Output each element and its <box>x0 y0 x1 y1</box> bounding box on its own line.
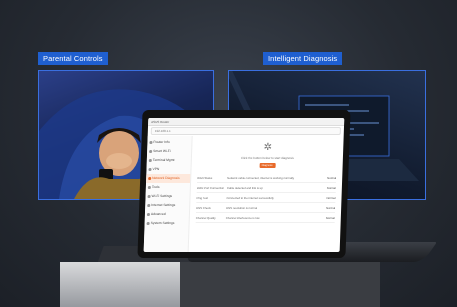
diagnosis-icon <box>148 177 151 180</box>
sidebar-item-advanced[interactable]: Advanced <box>145 210 189 219</box>
row-detail: DNS resolution is normal <box>226 205 258 210</box>
table-row: Channel Quality Channel interference is l… <box>195 213 335 223</box>
system-icon <box>146 222 150 225</box>
devices-icon <box>148 159 152 162</box>
sidebar-item-label: Terminal Mgmt <box>152 158 175 162</box>
sidebar-item-label: VPN <box>152 167 160 171</box>
display-stand-front <box>60 262 180 307</box>
row-status: Normal <box>327 175 337 180</box>
promo-stage: Parental Controls Intelligent Diagnosis <box>0 0 457 307</box>
row-item: DNS Check <box>196 205 211 210</box>
gear-icon <box>146 213 150 216</box>
diagnosis-logo-icon: ✲ <box>263 142 273 153</box>
row-status: Normal <box>326 205 336 210</box>
wifi-settings-icon <box>147 195 151 198</box>
diagnosis-panel: ✲ Click the button below to start diagno… <box>189 136 344 252</box>
table-row: WAN Port Connection Cable detected and li… <box>196 183 337 193</box>
sidebar-item-label: Network Diagnosis <box>152 176 180 180</box>
row-detail: Channel interference is low <box>225 215 260 220</box>
address-bar[interactable]: 192.168.1.1 <box>150 127 341 135</box>
sidebar-item-label: Router Info <box>153 140 170 144</box>
row-item: Ping Test <box>196 195 209 200</box>
tools-icon <box>147 186 151 189</box>
sidebar-item-router-info[interactable]: Router Info <box>147 138 191 147</box>
vpn-icon <box>148 168 152 171</box>
sidebar-item-label: Tools <box>151 185 160 189</box>
laptop-lid: ASUS Router 192.168.1.1 Router Info Smar… <box>137 110 351 258</box>
table-row: WAN Status Network cable connected, inter… <box>197 173 337 183</box>
row-item: WAN Port Connection <box>196 185 225 190</box>
sidebar-item-tools[interactable]: Tools <box>146 183 190 192</box>
row-status: Normal <box>326 185 336 190</box>
row-item: Channel Quality <box>195 215 216 220</box>
row-item: WAN Status <box>197 175 213 180</box>
browser-titlebar: ASUS Router <box>148 118 345 126</box>
sidebar-item-vpn[interactable]: VPN <box>146 165 190 174</box>
sidebar-item-label: Wi-Fi Settings <box>151 194 173 198</box>
sidebar-item-internet-settings[interactable]: Internet Settings <box>145 201 189 210</box>
intelligent-diagnosis-label: Intelligent Diagnosis <box>263 52 343 65</box>
sidebar-item-system-settings[interactable]: System Settings <box>144 219 188 228</box>
row-detail: Cable detected and link is up <box>226 185 263 190</box>
router-icon <box>149 141 153 144</box>
laptop-screen: ASUS Router 192.168.1.1 Router Info Smar… <box>143 118 345 252</box>
display-stand-side <box>180 262 380 307</box>
table-row: DNS Check DNS resolution is normal Normal <box>195 203 336 213</box>
wifi-icon <box>149 150 152 153</box>
diagnosis-description: Click the button below to start diagnosi… <box>240 156 294 160</box>
sidebar: Router Info Smart Wi-Fi Terminal Mgmt VP… <box>143 136 193 252</box>
sidebar-item-smart-wifi[interactable]: Smart Wi-Fi <box>147 147 191 156</box>
browser-tab-title[interactable]: ASUS Router <box>151 120 169 124</box>
row-detail: Connected to the internet successfully <box>226 195 274 200</box>
globe-icon <box>147 204 150 207</box>
row-detail: Network cable connected, internet is wor… <box>227 175 295 180</box>
sidebar-item-terminal[interactable]: Terminal Mgmt <box>147 156 191 165</box>
sidebar-item-network-diagnosis[interactable]: Network Diagnosis <box>146 174 191 183</box>
sidebar-item-label: Advanced <box>150 212 166 216</box>
sidebar-item-label: Smart Wi-Fi <box>153 149 171 153</box>
router-admin-app: Router Info Smart Wi-Fi Terminal Mgmt VP… <box>143 136 344 252</box>
sidebar-item-wifi-settings[interactable]: Wi-Fi Settings <box>145 192 189 201</box>
table-row: Ping Test Connected to the internet succe… <box>196 193 336 203</box>
sidebar-item-label: System Settings <box>150 221 175 225</box>
row-status: Normal <box>325 215 335 220</box>
parental-controls-label: Parental Controls <box>38 52 108 65</box>
sidebar-item-label: Internet Settings <box>151 203 176 207</box>
row-status: Normal <box>326 195 336 200</box>
diagnose-button[interactable]: Diagnose <box>259 163 276 168</box>
